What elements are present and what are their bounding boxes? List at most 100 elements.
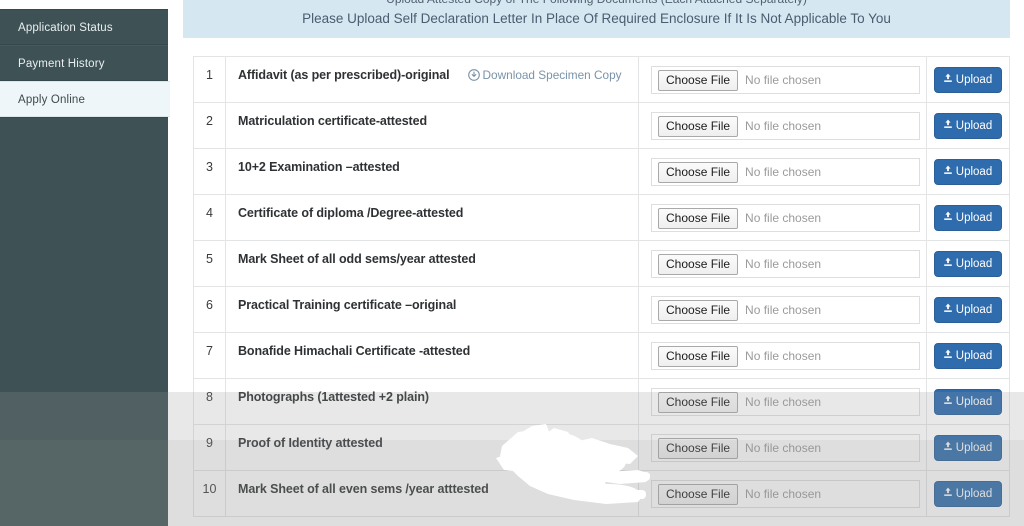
document-name-cell: Practical Training certificate –original <box>225 286 639 333</box>
upload-button[interactable]: Upload <box>933 251 1003 277</box>
file-input[interactable]: Choose File No file chosen <box>651 342 920 370</box>
choose-file-button[interactable]: Choose File <box>658 161 739 183</box>
file-name-text: No file chosen <box>745 73 822 87</box>
upload-button-cell: Upload <box>926 194 1010 241</box>
row-index-cell: 7 <box>193 332 226 379</box>
row-index: 2 <box>206 114 213 128</box>
file-input[interactable]: Choose File No file chosen <box>651 388 920 416</box>
document-name-cell: Certificate of diploma /Degree-attested <box>225 194 639 241</box>
upload-button[interactable]: Upload <box>933 343 1003 369</box>
upload-button-label: Upload <box>955 119 993 132</box>
download-specimen-copy-label: Download Specimen Copy <box>482 68 622 82</box>
row-index: 9 <box>206 436 213 450</box>
row-index-cell: 4 <box>193 194 226 241</box>
upload-arrow-icon <box>943 395 953 408</box>
document-name-cell: 10+2 Examination –attested <box>225 148 639 195</box>
upload-button-label: Upload <box>955 441 993 454</box>
upload-button-label: Upload <box>955 487 993 500</box>
upload-arrow-icon <box>943 257 953 270</box>
file-input[interactable]: Choose File No file chosen <box>651 158 920 186</box>
file-input[interactable]: Choose File No file chosen <box>651 66 920 94</box>
sidebar-item-payment-history[interactable]: Payment History <box>0 45 168 81</box>
file-input[interactable]: Choose File No file chosen <box>651 204 920 232</box>
file-input-cell: Choose File No file chosen <box>638 240 927 287</box>
table-row: 9 Proof of Identity attested Choose File No… <box>193 424 1010 471</box>
choose-file-button[interactable]: Choose File <box>658 253 739 275</box>
sidebar-empty-area <box>0 117 168 526</box>
file-name-text: No file chosen <box>745 211 822 225</box>
upload-button-cell: Upload <box>926 378 1010 425</box>
upload-button-label: Upload <box>955 257 993 270</box>
upload-button[interactable]: Upload <box>933 159 1003 185</box>
row-index: 1 <box>206 68 213 82</box>
document-name: Practical Training certificate –original <box>238 298 457 312</box>
upload-arrow-icon <box>943 349 953 362</box>
upload-button[interactable]: Upload <box>933 113 1003 139</box>
file-name-text: No file chosen <box>745 303 822 317</box>
upload-button-cell: Upload <box>926 240 1010 287</box>
choose-file-button[interactable]: Choose File <box>658 437 739 459</box>
choose-file-button[interactable]: Choose File <box>658 391 739 413</box>
upload-button[interactable]: Upload <box>933 389 1003 415</box>
document-name-cell: Photographs (1attested +2 plain) <box>225 378 639 425</box>
sidebar-item-apply-online[interactable]: Apply Online <box>0 81 170 117</box>
upload-button[interactable]: Upload <box>933 297 1003 323</box>
choose-file-button[interactable]: Choose File <box>658 483 739 505</box>
table-row: 10 Mark Sheet of all even sems /year attt… <box>193 470 1010 517</box>
upload-arrow-icon <box>943 487 953 500</box>
row-index-cell: 5 <box>193 240 226 287</box>
row-index-cell: 6 <box>193 286 226 333</box>
file-input-cell: Choose File No file chosen <box>638 56 927 103</box>
upload-arrow-icon <box>943 165 953 178</box>
choose-file-button[interactable]: Choose File <box>658 115 739 137</box>
file-input[interactable]: Choose File No file chosen <box>651 296 920 324</box>
documents-table-wrapper: 1 Affidavit (as per prescribed)-original D… <box>183 38 1010 517</box>
file-input[interactable]: Choose File No file chosen <box>651 480 920 508</box>
upload-button[interactable]: Upload <box>933 67 1003 93</box>
table-row: 5 Mark Sheet of all odd sems/year atteste… <box>193 240 1010 287</box>
file-name-text: No file chosen <box>745 395 822 409</box>
download-specimen-copy-link[interactable]: Download Specimen Copy <box>467 57 622 84</box>
upload-button-cell: Upload <box>926 286 1010 333</box>
file-input[interactable]: Choose File No file chosen <box>651 434 920 462</box>
upload-button-cell: Upload <box>926 470 1010 517</box>
main-content: Upload Attested Copy of The Following Do… <box>170 0 1024 526</box>
document-name: Matriculation certificate-attested <box>238 114 428 128</box>
banner-line-2: Please Upload Self Declaration Letter In… <box>302 11 891 26</box>
sidebar-item-label: Application Status <box>18 22 113 34</box>
file-input-cell: Choose File No file chosen <box>638 102 927 149</box>
upload-button-label: Upload <box>955 211 993 224</box>
row-index: 8 <box>206 390 213 404</box>
document-name: Affidavit (as per prescribed)-original <box>238 68 450 82</box>
row-index: 3 <box>206 160 213 174</box>
row-index-cell: 9 <box>193 424 226 471</box>
row-index: 6 <box>206 298 213 312</box>
document-name-cell: Affidavit (as per prescribed)-original Do… <box>225 56 639 103</box>
document-name: Mark Sheet of all odd sems/year attested <box>238 252 476 266</box>
choose-file-button[interactable]: Choose File <box>658 299 739 321</box>
file-input[interactable]: Choose File No file chosen <box>651 112 920 140</box>
upload-instructions-banner: Upload Attested Copy of The Following Do… <box>183 0 1010 38</box>
upload-button[interactable]: Upload <box>933 435 1003 461</box>
table-row: 4 Certificate of diploma /Degree-attested… <box>193 194 1010 241</box>
upload-button-cell: Upload <box>926 148 1010 195</box>
choose-file-button[interactable]: Choose File <box>658 69 739 91</box>
upload-arrow-icon <box>943 303 953 316</box>
sidebar-item-application-status[interactable]: Application Status <box>0 9 168 45</box>
file-name-text: No file chosen <box>745 487 822 501</box>
upload-button[interactable]: Upload <box>933 205 1003 231</box>
file-input-cell: Choose File No file chosen <box>638 286 927 333</box>
document-name: Mark Sheet of all even sems /year atttes… <box>238 482 489 496</box>
table-row: 1 Affidavit (as per prescribed)-original D… <box>193 56 1010 103</box>
table-row: 8 Photographs (1attested +2 plain) Choose … <box>193 378 1010 425</box>
table-row: 7 Bonafide Himachali Certificate -atteste… <box>193 332 1010 379</box>
file-input-cell: Choose File No file chosen <box>638 378 927 425</box>
choose-file-button[interactable]: Choose File <box>658 207 739 229</box>
upload-button-cell: Upload <box>926 424 1010 471</box>
documents-table-body: 1 Affidavit (as per prescribed)-original D… <box>193 56 1010 517</box>
upload-button[interactable]: Upload <box>933 481 1003 507</box>
file-input[interactable]: Choose File No file chosen <box>651 250 920 278</box>
upload-button-label: Upload <box>955 349 993 362</box>
banner-line-1: Upload Attested Copy of The Following Do… <box>183 0 1010 7</box>
choose-file-button[interactable]: Choose File <box>658 345 739 367</box>
